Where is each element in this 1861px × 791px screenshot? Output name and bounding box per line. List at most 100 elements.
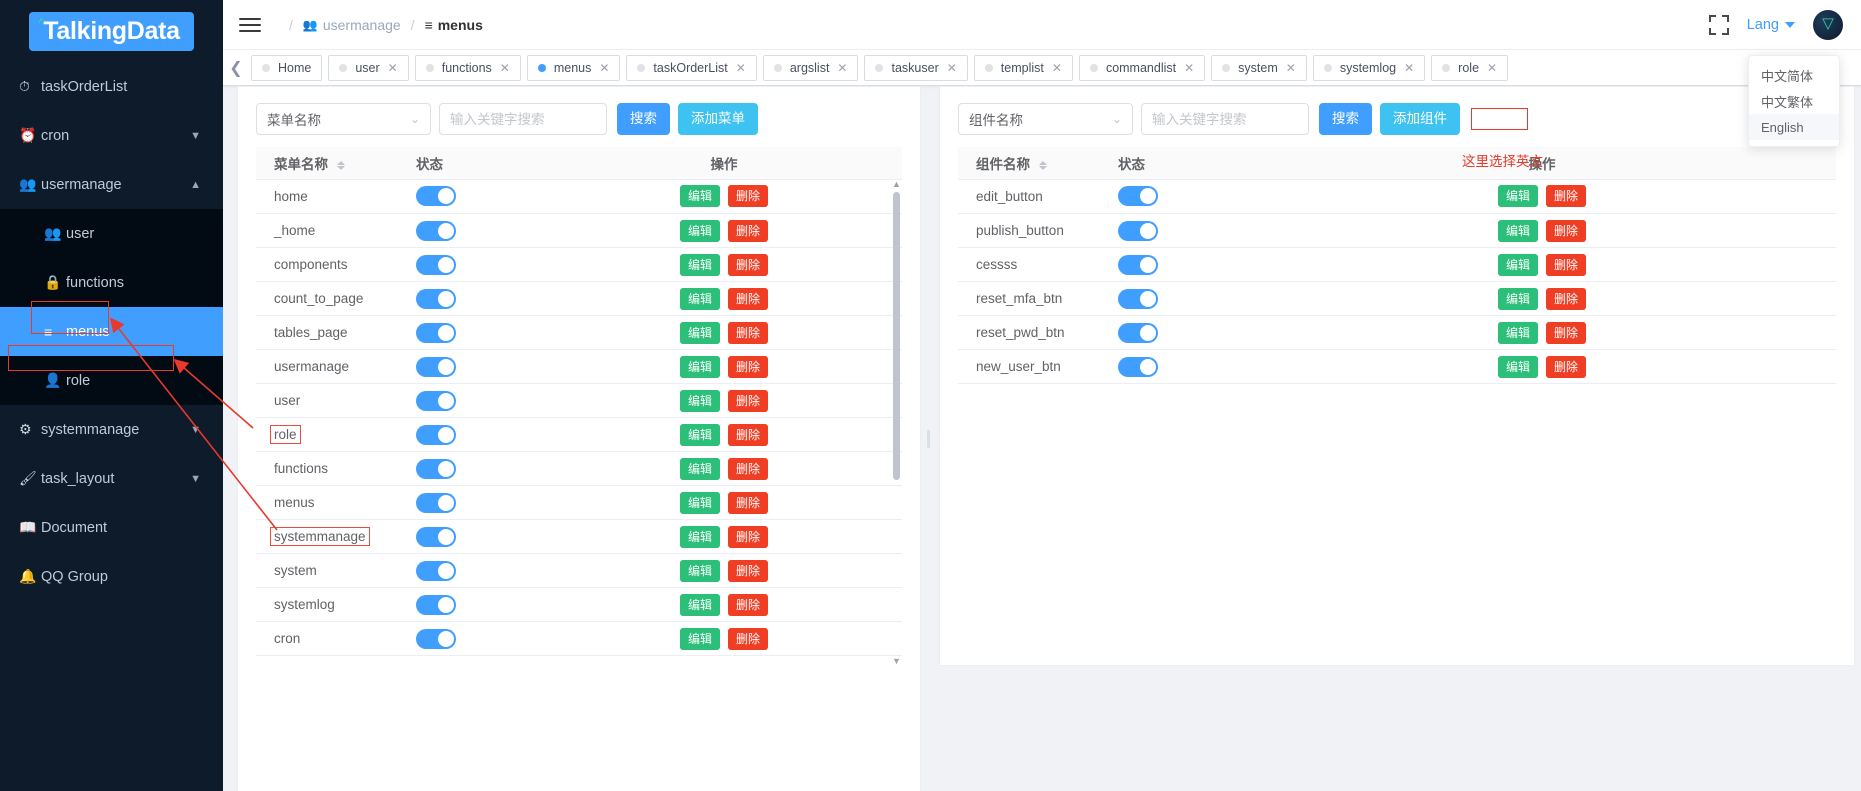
- sidebar-item-role[interactable]: 👤 role: [0, 356, 223, 405]
- delete-button[interactable]: 删除: [728, 185, 769, 208]
- status-toggle[interactable]: [416, 560, 456, 581]
- table-row[interactable]: tables_page 编辑 删除: [256, 316, 902, 350]
- edit-button[interactable]: 编辑: [679, 321, 720, 344]
- edit-button[interactable]: 编辑: [1497, 253, 1538, 276]
- tag-commandlist[interactable]: commandlist ✕: [1078, 54, 1206, 81]
- tag-system[interactable]: system ✕: [1211, 54, 1307, 81]
- close-icon[interactable]: ✕: [1404, 62, 1414, 74]
- status-toggle[interactable]: [416, 288, 456, 309]
- close-icon[interactable]: ✕: [1286, 62, 1296, 74]
- close-icon[interactable]: ✕: [599, 62, 609, 74]
- status-toggle[interactable]: [416, 322, 456, 343]
- close-icon[interactable]: ✕: [736, 62, 746, 74]
- delete-button[interactable]: 删除: [728, 389, 769, 412]
- tag-home[interactable]: Home: [251, 54, 323, 81]
- delete-button[interactable]: 删除: [728, 321, 769, 344]
- table-row[interactable]: user 编辑 删除: [256, 384, 902, 418]
- hamburger-icon[interactable]: [223, 17, 277, 32]
- status-toggle[interactable]: [1118, 186, 1158, 207]
- edit-button[interactable]: 编辑: [1497, 185, 1538, 208]
- table-row[interactable]: menus 编辑 删除: [256, 486, 902, 520]
- panel-splitter[interactable]: [924, 86, 933, 791]
- delete-button[interactable]: 删除: [728, 219, 769, 242]
- functions-add-button[interactable]: 添加组件: [1380, 103, 1460, 135]
- table-row[interactable]: usermanage 编辑 删除: [256, 350, 902, 384]
- close-icon[interactable]: ✕: [837, 62, 847, 74]
- lang-option-2[interactable]: English: [1749, 114, 1839, 140]
- status-toggle[interactable]: [416, 220, 456, 241]
- edit-button[interactable]: 编辑: [1497, 287, 1538, 310]
- delete-button[interactable]: 删除: [1546, 321, 1587, 344]
- table-row[interactable]: reset_mfa_btn 编辑 删除: [958, 282, 1836, 316]
- chevron-down-icon[interactable]: ▼: [190, 424, 223, 436]
- edit-button[interactable]: 编辑: [679, 389, 720, 412]
- close-icon[interactable]: ✕: [1052, 62, 1062, 74]
- delete-button[interactable]: 删除: [1546, 253, 1587, 276]
- sidebar-item-usermanage[interactable]: 👥 usermanage ▲: [0, 160, 223, 209]
- status-toggle[interactable]: [416, 390, 456, 411]
- menus-col-name[interactable]: 菜单名称: [256, 147, 416, 180]
- menus-field-select[interactable]: 菜单名称 ⌄: [256, 103, 431, 135]
- delete-button[interactable]: 删除: [728, 525, 769, 548]
- scrollbar-thumb[interactable]: [893, 191, 900, 480]
- table-row[interactable]: role 编辑 删除: [256, 418, 902, 452]
- sidebar-item-functions[interactable]: 🔒 functions: [0, 258, 223, 307]
- table-row[interactable]: system 编辑 删除: [256, 554, 902, 588]
- status-toggle[interactable]: [1118, 254, 1158, 275]
- lang-option-1[interactable]: 中文繁体: [1749, 88, 1839, 114]
- table-row[interactable]: edit_button 编辑 删除: [958, 180, 1836, 214]
- tag-taskorderlist[interactable]: taskOrderList ✕: [626, 54, 757, 81]
- edit-button[interactable]: 编辑: [679, 593, 720, 616]
- status-toggle[interactable]: [1118, 322, 1158, 343]
- delete-button[interactable]: 删除: [728, 491, 769, 514]
- tag-user[interactable]: user ✕: [328, 54, 409, 81]
- edit-button[interactable]: 编辑: [679, 423, 720, 446]
- edit-button[interactable]: 编辑: [679, 185, 720, 208]
- tag-taskuser[interactable]: taskuser ✕: [864, 54, 968, 81]
- status-toggle[interactable]: [416, 492, 456, 513]
- tag-argslist[interactable]: argslist ✕: [762, 54, 859, 81]
- delete-button[interactable]: 删除: [1546, 287, 1587, 310]
- close-icon[interactable]: ✕: [1487, 62, 1497, 74]
- status-toggle[interactable]: [416, 526, 456, 547]
- table-row[interactable]: _home 编辑 删除: [256, 214, 902, 248]
- status-toggle[interactable]: [1118, 288, 1158, 309]
- delete-button[interactable]: 删除: [1546, 355, 1587, 378]
- functions-search-button[interactable]: 搜索: [1319, 103, 1372, 135]
- tag-menus[interactable]: menus ✕: [526, 54, 621, 81]
- table-row[interactable]: home 编辑 删除: [256, 180, 902, 214]
- delete-button[interactable]: 删除: [728, 253, 769, 276]
- sidebar-item-document[interactable]: 📖 Document: [0, 503, 223, 552]
- chevron-down-icon[interactable]: ▼: [190, 130, 223, 142]
- sidebar-item-user[interactable]: 👥 user: [0, 209, 223, 258]
- table-row[interactable]: functions 编辑 删除: [256, 452, 902, 486]
- edit-button[interactable]: 编辑: [1497, 219, 1538, 242]
- status-toggle[interactable]: [416, 424, 456, 445]
- menus-search-button[interactable]: 搜索: [617, 103, 670, 135]
- sidebar-item-qq-group[interactable]: 🔔 QQ Group: [0, 552, 223, 601]
- delete-button[interactable]: 删除: [728, 627, 769, 650]
- close-icon[interactable]: ✕: [947, 62, 957, 74]
- table-row[interactable]: systemmanage 编辑 删除: [256, 520, 902, 554]
- status-toggle[interactable]: [416, 458, 456, 479]
- table-row[interactable]: new_user_btn 编辑 删除: [958, 350, 1836, 384]
- breadcrumb-item-usermanage[interactable]: 👥 usermanage: [303, 17, 401, 33]
- close-icon[interactable]: ✕: [500, 62, 510, 74]
- status-toggle[interactable]: [416, 594, 456, 615]
- sidebar-item-systemmanage[interactable]: ⚙ systemmanage ▼: [0, 405, 223, 454]
- delete-button[interactable]: 删除: [728, 593, 769, 616]
- status-toggle[interactable]: [1118, 356, 1158, 377]
- menus-add-button[interactable]: 添加菜单: [678, 103, 758, 135]
- sidebar-item-taskorderlist[interactable]: ⏱ taskOrderList: [0, 62, 223, 111]
- edit-button[interactable]: 编辑: [1497, 355, 1538, 378]
- table-row[interactable]: cessss 编辑 删除: [958, 248, 1836, 282]
- sidebar-item-cron[interactable]: ⏰ cron ▼: [0, 111, 223, 160]
- tag-role[interactable]: role ✕: [1431, 54, 1509, 81]
- table-row[interactable]: reset_pwd_btn 编辑 删除: [958, 316, 1836, 350]
- table-row[interactable]: count_to_page 编辑 删除: [256, 282, 902, 316]
- edit-button[interactable]: 编辑: [679, 559, 720, 582]
- status-toggle[interactable]: [416, 628, 456, 649]
- menus-search-input[interactable]: [439, 103, 607, 135]
- tag-functions[interactable]: functions ✕: [414, 54, 521, 81]
- scroll-down-arrow-icon[interactable]: ▼: [892, 656, 901, 666]
